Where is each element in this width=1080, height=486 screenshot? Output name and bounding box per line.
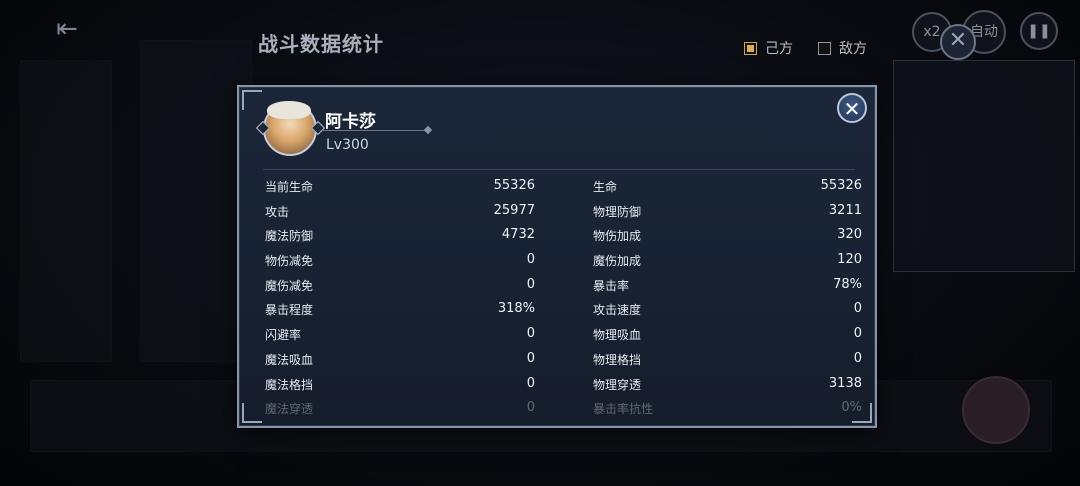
diamond-ornament-icon — [423, 125, 433, 135]
stat-value: 78% — [833, 276, 862, 292]
stat-label: 物理吸血 — [593, 328, 642, 343]
stat-row: 魔法格挡 0 物理穿透 3138 — [265, 376, 865, 401]
stat-label: 物理防御 — [593, 204, 642, 219]
filter-enemy-label: 敌方 — [839, 41, 867, 57]
stat-row: 攻击 25977 物理防御 3211 — [265, 203, 865, 228]
filter-enemy[interactable]: 敌方 — [818, 38, 867, 58]
hero-level: Lv300 — [326, 137, 369, 153]
frame-corner — [242, 90, 262, 110]
stat-row: 魔伤减免 0 暴击率 78% — [265, 277, 865, 302]
stat-value: 55326 — [820, 178, 862, 193]
stat-value: 0 — [526, 276, 535, 292]
stat-label: 物理穿透 — [593, 377, 642, 392]
stat-value: 0 — [526, 400, 535, 416]
stat-label: 魔法防御 — [265, 229, 314, 244]
stat-value: 4732 — [501, 227, 535, 243]
hero-name: 阿卡莎 — [325, 112, 376, 132]
stat-row: 物伤减免 0 魔伤加成 120 — [265, 252, 865, 277]
stat-label: 物伤加成 — [593, 229, 642, 244]
stat-label: 魔法吸血 — [265, 352, 314, 367]
stat-value: 120 — [837, 252, 862, 268]
stat-value: 0 — [526, 350, 535, 366]
stat-label: 暴击程度 — [265, 303, 314, 318]
own-checkbox[interactable] — [744, 41, 757, 55]
stat-label: 魔伤减免 — [265, 278, 314, 293]
stat-value: 0 — [853, 326, 862, 342]
stat-value: 320 — [837, 227, 862, 243]
stat-row: 当前生命 55326 生命 55326 — [265, 178, 865, 203]
stat-label: 物伤减免 — [265, 254, 314, 269]
stat-value: 0 — [526, 375, 535, 391]
exit-icon[interactable]: ⇤ — [52, 14, 82, 44]
stat-value: 3138 — [828, 375, 862, 391]
stat-value: 0% — [841, 400, 862, 416]
stat-label: 魔法穿透 — [265, 402, 314, 417]
filter-own-label: 己方 — [765, 41, 793, 57]
stat-row: 魔法防御 4732 物伤加成 320 — [265, 227, 865, 252]
stat-value: 0 — [526, 252, 535, 268]
stat-value: 3211 — [828, 202, 862, 218]
stat-value: 0 — [853, 350, 862, 366]
page-title: 战斗数据统计 — [258, 32, 384, 56]
stat-value: 318% — [497, 301, 535, 317]
overlay-close-icon[interactable]: ✕ — [940, 24, 976, 60]
enemy-checkbox[interactable] — [818, 41, 831, 55]
divider — [263, 169, 855, 170]
name-underline — [323, 130, 427, 131]
stat-label: 闪避率 — [265, 328, 302, 343]
damage-panel-background — [893, 60, 1075, 272]
stat-value: 0 — [526, 326, 535, 342]
stat-label: 暴击率抗性 — [593, 402, 654, 417]
close-icon[interactable]: ✕ — [837, 93, 867, 123]
speed-label: x2 — [923, 24, 941, 40]
stat-row: 闪避率 0 物理吸血 0 — [265, 326, 865, 351]
stat-value: 0 — [853, 301, 862, 317]
skill-button — [962, 376, 1030, 444]
frame-corner — [242, 403, 262, 423]
stat-value: 25977 — [493, 202, 535, 218]
stat-label: 生命 — [593, 180, 618, 194]
stat-label: 魔法格挡 — [265, 377, 314, 392]
stat-label: 攻击 — [265, 204, 290, 219]
stat-row: 暴击程度 318% 攻击速度 0 — [265, 301, 865, 326]
filter-own[interactable]: 己方 — [744, 38, 793, 58]
avatar-hat-graphic — [267, 101, 311, 119]
stat-label: 魔伤加成 — [593, 254, 642, 269]
stat-label: 暴击率 — [593, 278, 630, 293]
stat-label: 物理格挡 — [593, 352, 642, 367]
stats-table: 当前生命 55326 生命 55326 攻击 25977 物理防御 3211 魔… — [265, 178, 865, 425]
stat-value: 55326 — [493, 178, 535, 193]
stat-row: 魔法吸血 0 物理格挡 0 — [265, 351, 865, 376]
stat-row: 魔法穿透 0 暴击率抗性 0% — [265, 400, 865, 425]
hero-stats-dialog: 阿卡莎 Lv300 ✕ 当前生命 55326 生命 55326 攻击 25977… — [237, 85, 877, 428]
stat-label: 攻击速度 — [593, 303, 642, 318]
pause-icon[interactable]: ❚❚ — [1020, 12, 1058, 50]
stat-label: 当前生命 — [265, 180, 314, 194]
